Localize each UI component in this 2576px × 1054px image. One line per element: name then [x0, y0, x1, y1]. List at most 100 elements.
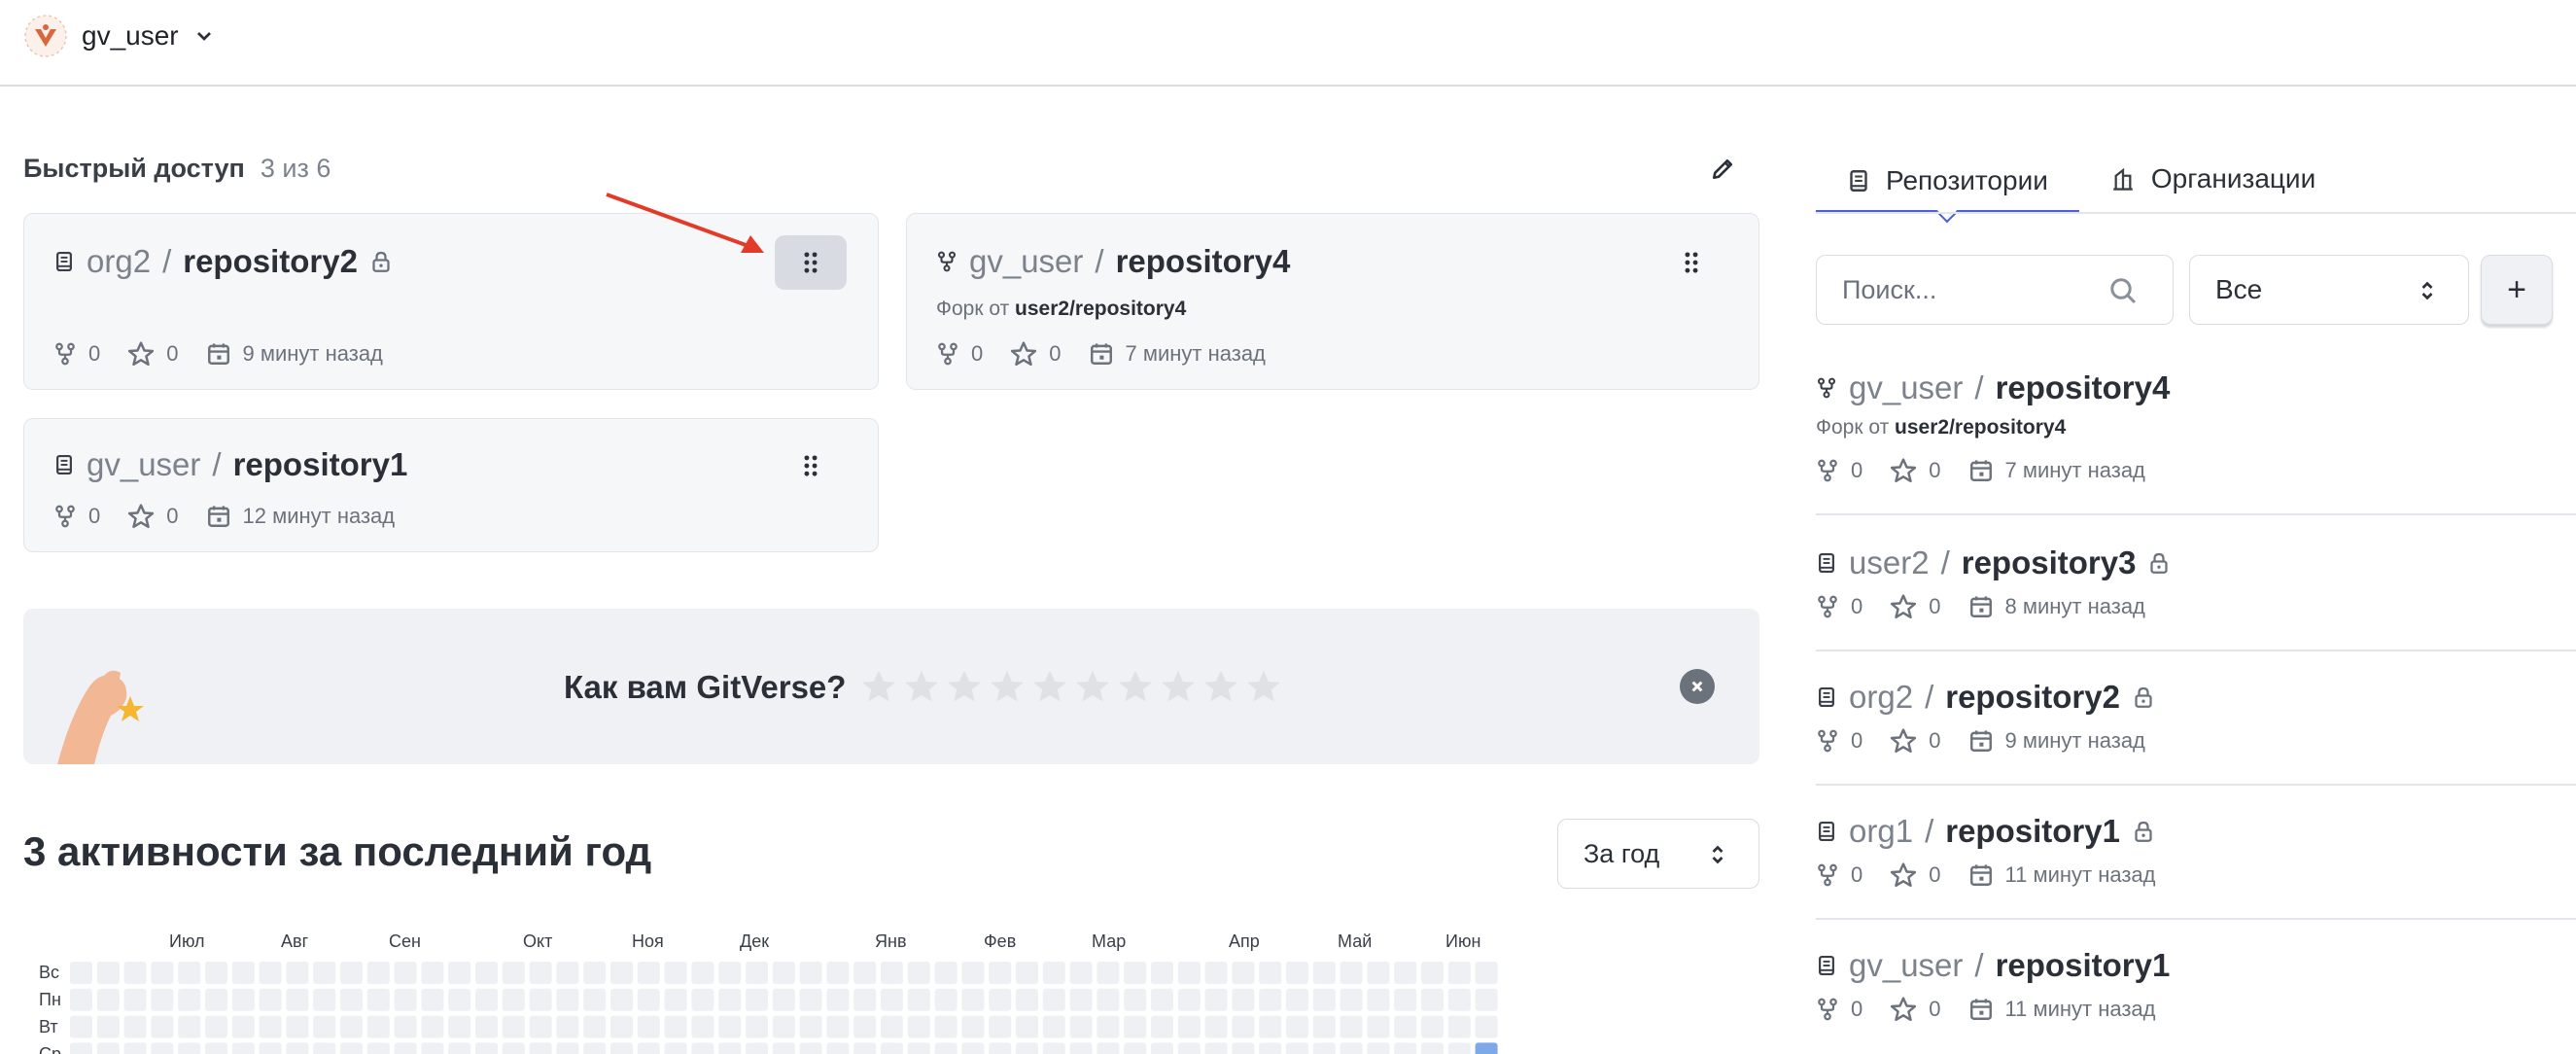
heatmap-cell[interactable]: [853, 988, 877, 1011]
heatmap-cell[interactable]: [826, 962, 850, 984]
heatmap-cell[interactable]: [313, 988, 336, 1011]
heatmap-cell[interactable]: [637, 1042, 660, 1054]
heatmap-cell[interactable]: [1042, 962, 1065, 984]
repo-title[interactable]: gv_user / repository1: [1816, 947, 2170, 984]
heatmap-cell[interactable]: [1421, 962, 1444, 984]
heatmap-cell[interactable]: [231, 1042, 255, 1054]
repo-title[interactable]: user2 / repository3: [1816, 545, 2171, 581]
heatmap-cell[interactable]: [637, 962, 660, 984]
heatmap-cell[interactable]: [961, 988, 985, 1011]
heatmap-cell[interactable]: [826, 1015, 850, 1038]
heatmap-cell[interactable]: [556, 988, 579, 1011]
heatmap-cell[interactable]: [205, 1015, 227, 1038]
heatmap-cell[interactable]: [989, 1015, 1012, 1038]
heatmap-cell[interactable]: [853, 1015, 877, 1038]
heatmap-cell[interactable]: [934, 1015, 957, 1038]
heatmap-cell[interactable]: [637, 988, 660, 1011]
user-switcher[interactable]: gv_user: [23, 14, 216, 58]
heatmap-cell[interactable]: [366, 962, 390, 984]
heatmap-cell[interactable]: [475, 988, 498, 1011]
heatmap-cell[interactable]: [123, 988, 147, 1011]
heatmap-cell[interactable]: [1016, 1042, 1038, 1054]
heatmap-cell[interactable]: [1259, 988, 1282, 1011]
heatmap-cell[interactable]: [1016, 988, 1038, 1011]
heatmap-cell[interactable]: [421, 1015, 444, 1038]
heatmap-cell[interactable]: [556, 1015, 579, 1038]
heatmap-cell[interactable]: [799, 1042, 822, 1054]
heatmap-cell[interactable]: [178, 1015, 201, 1038]
heatmap-cell[interactable]: [907, 962, 930, 984]
heatmap-cell[interactable]: [583, 1042, 607, 1054]
repo-title[interactable]: gv_user / repository4: [1816, 369, 2170, 406]
heatmap-cell[interactable]: [664, 1015, 687, 1038]
heatmap-cell[interactable]: [637, 1015, 660, 1038]
heatmap-cell[interactable]: [1097, 1042, 1120, 1054]
heatmap-cell[interactable]: [772, 962, 795, 984]
repo-list-item[interactable]: gv_user / repository1 0 0 11 минут назад: [1816, 939, 2576, 1054]
heatmap-cell[interactable]: [502, 962, 525, 984]
heatmap-cell[interactable]: [907, 1015, 930, 1038]
heatmap-cell[interactable]: [1069, 1015, 1093, 1038]
rating-star-icon[interactable]: [1116, 667, 1155, 706]
heatmap-cell[interactable]: [1475, 1015, 1498, 1038]
heatmap-cell[interactable]: [1340, 962, 1363, 984]
heatmap-cell[interactable]: [1151, 1015, 1173, 1038]
heatmap-cell[interactable]: [583, 1015, 607, 1038]
heatmap-cell[interactable]: [1367, 1015, 1390, 1038]
heatmap-cell[interactable]: [231, 1015, 255, 1038]
drag-handle[interactable]: [775, 235, 847, 290]
heatmap-cell[interactable]: [1394, 962, 1417, 984]
period-select[interactable]: За год: [1557, 819, 1759, 889]
heatmap-cell[interactable]: [1177, 988, 1201, 1011]
heatmap-cell[interactable]: [1340, 1015, 1363, 1038]
heatmap-cell[interactable]: [1177, 1042, 1201, 1054]
heatmap-cell[interactable]: [1232, 988, 1255, 1011]
heatmap-cell[interactable]: [610, 1015, 633, 1038]
heatmap-cell[interactable]: [1447, 988, 1471, 1011]
heatmap-cell[interactable]: [178, 1042, 201, 1054]
heatmap-cell[interactable]: [151, 962, 174, 984]
heatmap-cell[interactable]: [961, 1015, 985, 1038]
heatmap-cell[interactable]: [340, 988, 363, 1011]
rating-star-icon[interactable]: [1159, 667, 1198, 706]
heatmap-cell[interactable]: [1367, 988, 1390, 1011]
heatmap-cell[interactable]: [989, 962, 1012, 984]
heatmap-cell[interactable]: [448, 962, 471, 984]
heatmap-cell[interactable]: [1042, 988, 1065, 1011]
rating-star-icon[interactable]: [1201, 667, 1240, 706]
heatmap-cell[interactable]: [934, 988, 957, 1011]
heatmap-cell[interactable]: [205, 962, 227, 984]
repo-title[interactable]: org1 / repository1: [1816, 813, 2155, 850]
heatmap-cell[interactable]: [96, 1015, 120, 1038]
heatmap-cell[interactable]: [1016, 1015, 1038, 1038]
heatmap-cell[interactable]: [96, 1042, 120, 1054]
heatmap-cell[interactable]: [799, 988, 822, 1011]
rating-star-icon[interactable]: [1073, 667, 1112, 706]
rating-star-icon[interactable]: [859, 667, 898, 706]
heatmap-cell[interactable]: [1475, 1042, 1498, 1054]
rating-star-icon[interactable]: [945, 667, 984, 706]
heatmap-cell[interactable]: [421, 988, 444, 1011]
heatmap-cell[interactable]: [313, 1015, 336, 1038]
heatmap-cell[interactable]: [151, 988, 174, 1011]
heatmap-cell[interactable]: [1447, 1042, 1471, 1054]
heatmap-cell[interactable]: [1069, 962, 1093, 984]
heatmap-cell[interactable]: [1069, 1042, 1093, 1054]
heatmap-cell[interactable]: [1340, 1042, 1363, 1054]
heatmap-cell[interactable]: [1312, 1015, 1336, 1038]
heatmap-cell[interactable]: [475, 962, 498, 984]
heatmap-cell[interactable]: [746, 988, 768, 1011]
heatmap-cell[interactable]: [881, 962, 903, 984]
heatmap-cell[interactable]: [231, 988, 255, 1011]
heatmap-cell[interactable]: [1204, 1042, 1228, 1054]
heatmap-cell[interactable]: [231, 962, 255, 984]
heatmap-cell[interactable]: [70, 1042, 92, 1054]
heatmap-cell[interactable]: [259, 962, 282, 984]
heatmap-cell[interactable]: [799, 1015, 822, 1038]
heatmap-cell[interactable]: [718, 1015, 742, 1038]
heatmap-cell[interactable]: [1286, 1015, 1308, 1038]
heatmap-cell[interactable]: [421, 1042, 444, 1054]
heatmap-cell[interactable]: [881, 1042, 903, 1054]
heatmap-cell[interactable]: [340, 1042, 363, 1054]
heatmap-cell[interactable]: [583, 962, 607, 984]
